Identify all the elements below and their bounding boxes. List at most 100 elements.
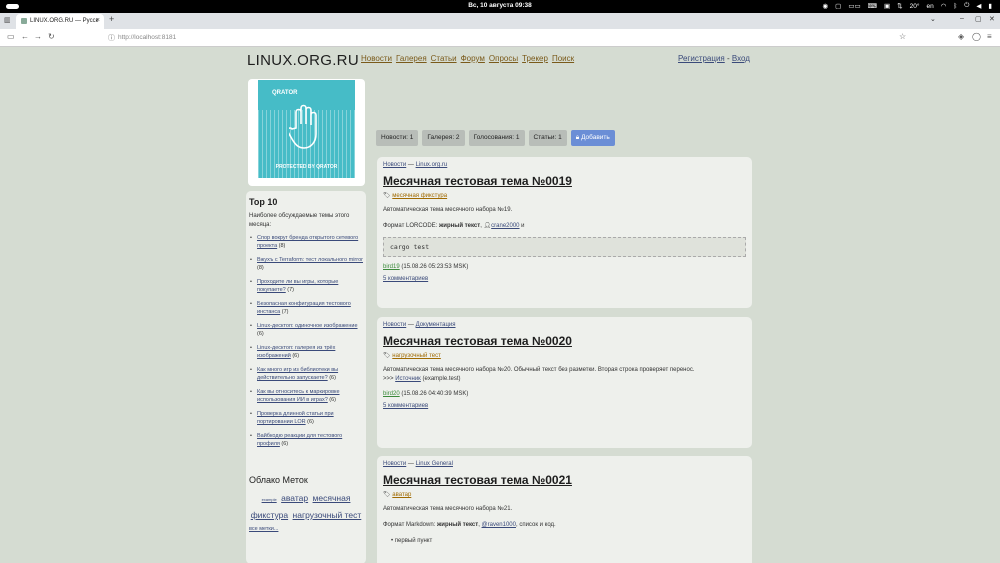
back-arrow-icon[interactable]: ← [21,32,29,41]
tab-gallery[interactable]: Галерея: 2 [422,130,465,146]
web-page: LINUX.ORG.RU Новости Галерея Статьи Фору… [0,47,1000,563]
top10-link[interactable]: Безопасная конфигурация тестового инстан… [257,301,351,315]
sidebar-icon[interactable]: ▭ [7,32,15,41]
section-link[interactable]: Новости [383,461,406,467]
register-link[interactable]: Регистрация [678,54,725,63]
top10-link[interactable]: Спор вокруг бренда открытого сетевого пр… [257,235,358,249]
list-item: Как много игр из библиотеки вы действите… [249,366,363,382]
post-tags: 🏷︎ аватар [383,491,746,498]
breadcrumb-sep: — [406,461,416,467]
tag-link[interactable]: example [262,497,277,502]
top10-title: Top 10 [249,197,278,207]
weather-temperature[interactable]: 20° [910,3,920,10]
top10-link[interactable]: Проходите ли вы игры, которые покупаете? [257,279,338,293]
add-button[interactable]: 🔒︎ Добавить [570,130,615,146]
window-close-icon[interactable]: ✕ [989,15,995,23]
address-input[interactable]: http://localhost:8181 [118,34,176,41]
post-title[interactable]: Месячная тестовая тема №0019 [383,174,746,188]
tab-polls[interactable]: Голосования: 1 [468,130,525,146]
post-title[interactable]: Месячная тестовая тема №0021 [383,473,746,487]
tag-link[interactable]: нагрузочный тест [392,353,441,359]
language-indicator[interactable]: en [926,3,933,10]
tab-articles[interactable]: Статьи: 1 [528,130,567,146]
nav-search[interactable]: Поиск [552,54,574,63]
nav-tracker[interactable]: Трекер [522,54,548,63]
all-tags-link[interactable]: все метки... [249,526,278,532]
wifi-icon[interactable]: ◠ [941,2,947,10]
nav-forum[interactable]: Форум [461,54,485,63]
app-indicator-icon[interactable]: ◉ [822,2,828,10]
text-fragment: Формат Markdown: [383,522,437,528]
keyboard-icon[interactable]: ⌨ [868,2,877,10]
section-link[interactable]: Новости [383,162,406,168]
author-link[interactable]: bird19 [383,264,400,270]
source-link[interactable]: Источник [395,376,421,382]
qrator-banner[interactable]: QRATOR PROTECTED BY QRATOR [248,79,365,186]
bookmark-star-icon[interactable]: ☆ [899,32,906,41]
section-link[interactable]: Новости [383,322,406,328]
browser-tab-active[interactable]: LINUX.ORG.RU — Русск × [16,14,104,29]
group-link[interactable]: Linux General [416,461,453,467]
tag-link[interactable]: нагрузочный тест [293,510,362,520]
volume-icon[interactable]: ◀ [976,2,981,10]
shield-icon[interactable]: ◈ [958,32,964,41]
system-tray[interactable]: ◉ ▢ ▭▭ ⌨ ▣ ⇅ 20° en ◠ ᛒ ⏻ ◀ ▮ [822,2,992,10]
post-text: Формат LORCODE: жирный текст, 👤︎crane200… [383,222,746,231]
news-post: Новости — Документация Месячная тестовая… [377,317,752,448]
post-title[interactable]: Месячная тестовая тема №0020 [383,334,746,348]
display-icon[interactable]: ▣ [884,2,890,10]
top10-link[interactable]: Проверка длинной статьи при портировании… [257,411,334,425]
account-icon[interactable]: ◯ [972,32,981,41]
source-domain: (example.test) [420,376,461,382]
maximize-icon[interactable]: ▢ [975,15,982,23]
tab-news[interactable]: Новости: 1 [376,130,419,146]
close-tab-icon[interactable]: × [96,17,100,24]
minimize-icon[interactable]: – [960,15,964,22]
site-info-icon[interactable]: ⓘ [108,33,115,43]
comments-link[interactable]: 5 комментариев [383,403,428,409]
nav-news[interactable]: Новости [361,54,392,63]
top10-link[interactable]: Как много игр из библиотеки вы действите… [257,367,338,381]
bluetooth-icon[interactable]: ᛒ [953,3,957,10]
nav-gallery[interactable]: Галерея [396,54,427,63]
login-link[interactable]: Вход [732,54,750,63]
top10-link[interactable]: Вайбкодю реакции для тестового профиля [257,433,342,447]
tag-link[interactable]: месячная фикстура [392,193,447,199]
add-label: Добавить [581,134,610,141]
sidebar-toggle-icon[interactable]: ▥ [4,16,11,24]
reload-icon[interactable]: ↻ [48,32,55,41]
forward-arrow-icon[interactable]: → [34,32,42,41]
top10-box: Top 10 Наиболее обсуждаемые темы этого м… [246,191,366,512]
screen-share-icon[interactable]: ▢ [835,2,841,10]
author-link[interactable]: bird20 [383,391,400,397]
tag-link[interactable]: аватар [281,493,308,503]
top10-link[interactable]: Linux-десктоп: одиночное изображение [257,323,358,329]
top10-list: Спор вокруг бренда открытого сетевого пр… [249,234,363,448]
post-date: (15.08.26 05:23:53 MSK) [401,264,469,270]
list-item: Вжухъ с Terraform: тест локального mirro… [249,256,363,272]
menu-icon[interactable]: ≡ [987,32,992,41]
tag-cloud-box: Облако Меток example аватар месячная фик… [246,469,366,563]
new-tab-icon[interactable]: + [109,14,114,24]
site-nav: Новости Галерея Статьи Форум Опросы Трек… [361,54,574,63]
user-link[interactable]: crane2000 [491,223,519,229]
top10-link[interactable]: Вжухъ с Terraform: тест локального mirro… [257,257,363,263]
group-link[interactable]: Документация [416,322,456,328]
user-link[interactable]: @raven1000 [482,522,516,528]
battery-indicator-icon[interactable]: ▭▭ [848,2,860,10]
top10-link[interactable]: Как вы относитесь к маркировке использов… [257,389,340,403]
network-tray-icon[interactable]: ⇅ [897,2,902,10]
nav-articles[interactable]: Статьи [431,54,457,63]
site-logo[interactable]: LINUX.ORG.RU [247,52,359,69]
battery-icon[interactable]: ▮ [988,2,992,10]
tag-link[interactable]: аватар [392,492,411,498]
qrator-banner-image: QRATOR PROTECTED BY QRATOR [258,80,355,178]
breadcrumb-sep: — [406,322,416,328]
browser-tab-strip: ▥ LINUX.ORG.RU — Русск × + ⌄ – ▢ ✕ [0,13,1000,29]
nav-polls[interactable]: Опросы [489,54,518,63]
group-link[interactable]: Linux.org.ru [416,162,448,168]
list-item: Как вы относитесь к маркировке использов… [249,388,363,404]
comments-link[interactable]: 5 комментариев [383,276,428,282]
power-icon[interactable]: ⏻ [964,2,969,10]
tab-list-icon[interactable]: ⌄ [930,15,936,23]
